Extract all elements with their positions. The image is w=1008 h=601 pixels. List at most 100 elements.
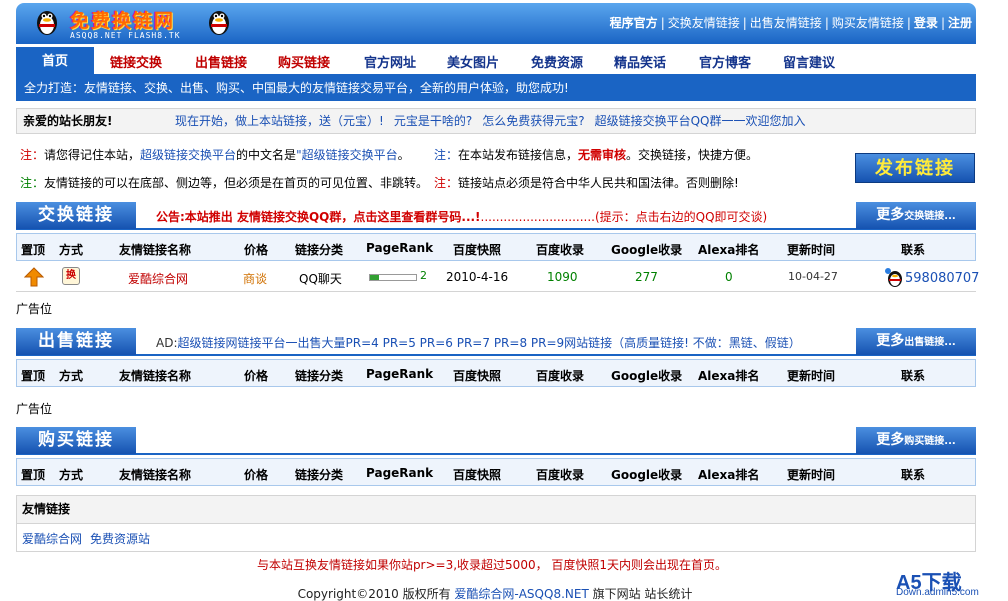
menu-item-sell[interactable]: 出售链接 [195,52,247,71]
col-pagerank: PageRank [366,367,434,381]
sell-section-title: 出售链接 [16,328,136,355]
brand-domains: ASQQ8.NET FLASH8.TK [70,31,181,40]
menu-item-free-resources[interactable]: 免费资源 [531,52,583,71]
menu-item-official-site[interactable]: 官方网址 [364,52,416,71]
col-google-index: Google收录 [611,468,683,482]
greeting-link-qq-group[interactable]: 超级链接交换平台QQ群一一欢迎您加入 [595,114,806,128]
buy-table-header: 置顶 方式 友情链接名称 价格 链接分类 PageRank 百度快照 百度收录 … [16,458,976,486]
topnav-register[interactable]: 注册 [948,16,972,30]
pin-up-arrow-icon [24,267,44,287]
exchange-section-header: 交换链接 公告:本站推出 友情链接交换QQ群，点击这里查看群号码...!....… [16,202,976,230]
topnav-official[interactable]: 程序官方 [610,16,658,30]
exchange-section-title: 交换链接 [16,202,136,229]
col-google-index: Google收录 [611,369,683,383]
friend-links-title: 友情链接 [17,496,975,524]
sell-ad: AD:超级链接网链接平台一出售大量PR=4 PR=5 PR=6 PR=7 PR=… [156,336,801,350]
col-baidu-index: 百度收录 [536,369,585,383]
more-exchange-button[interactable]: 更多交换链接... [856,202,976,229]
notice-2: 注：在本站发布链接信息，无需审核。交换链接，快捷方便。 [434,148,759,162]
topnav-buy[interactable]: 购买友情链接 [832,16,904,30]
notice-3: 注：友情链接的可以在底部、侧边等，但必须是在首页的可见位置、非跳转。 [20,176,429,190]
greeting-bar: 亲爱的站长朋友! 现在开始，做上本站链接，送（元宝）! 元宝是干啥的? 怎么免费获得… [16,108,976,134]
more-sell-button[interactable]: 更多出售链接... [856,328,976,355]
publish-link-button[interactable]: 发布链接 [855,153,975,183]
col-baidu-snapshot: 百度快照 [453,369,502,383]
ad-position: 广告位 [16,302,53,316]
col-baidu-index: 百度收录 [536,243,585,257]
col-pin: 置顶 [21,243,46,257]
col-baidu-index: 百度收录 [536,468,585,482]
menu-item-pictures[interactable]: 美女图片 [447,52,499,71]
exchange-mode-icon: 换 [62,267,80,285]
pagerank-bar [369,274,417,281]
exchange-announcement: 公告:本站推出 友情链接交换QQ群，点击这里查看群号码...!.........… [156,210,768,224]
greeting-link-what-is-yuanbao[interactable]: 元宝是干啥的? [394,114,472,128]
col-name: 友情链接名称 [119,369,192,383]
col-contact: 联系 [901,468,926,482]
qq-chat-icon[interactable] [884,267,904,287]
menu-item-buy[interactable]: 购买链接 [278,52,330,71]
sell-section-header: 出售链接 AD:超级链接网链接平台一出售大量PR=4 PR=5 PR=6 PR=… [16,328,976,356]
more-buy-button[interactable]: 更多购买链接... [856,427,976,454]
col-updated: 更新时间 [787,468,836,482]
topnav-login[interactable]: 登录 [914,16,938,30]
download-watermark: A5下载 Down.admin5.com [896,572,979,598]
row-site-name[interactable]: 爱酷综合网 [128,270,188,287]
announcement-qq-group-link[interactable]: 公告:本站推出 友情链接交换QQ群，点击这里查看群号码...! [156,210,481,224]
col-pin: 置顶 [21,468,46,482]
topnav-exchange[interactable]: 交换友情链接 [668,16,740,30]
col-contact: 联系 [901,369,926,383]
menu-item-home[interactable]: 首页 [16,47,94,77]
footer-site-link[interactable]: 爱酷综合网-ASQQ8.NET [454,587,588,601]
friend-link-item[interactable]: 免费资源站 [90,532,150,546]
notice-4: 注：链接站点必须是符合中华人民共和国法律。否则删除! [434,176,739,190]
row-category: QQ聊天 [299,272,342,286]
ad-position: 广告位 [16,402,53,416]
col-pagerank: PageRank [366,241,434,255]
friend-link-item[interactable]: 爱酷综合网 [22,532,82,546]
row-qq-number[interactable]: 598080707 [905,271,979,286]
footer-notice: 与本站互换友情链接如果你站pr>=3,收录超过5000， 百度快照1天内则会出现… [256,558,728,572]
menu-item-jokes[interactable]: 精品笑话 [614,52,666,71]
row-google-index: 277 [635,270,658,284]
greeting-links: 现在开始，做上本站链接，送（元宝）! 元宝是干啥的? 怎么免费获得元宝? 超级链接交换… [175,109,815,133]
greeting-title: 亲爱的站长朋友! [23,114,113,128]
col-contact: 联系 [901,243,926,257]
friend-links-list: 爱酷综合网 免费资源站 [17,524,975,547]
brand-name: 免费换链网 [70,10,176,32]
col-mode: 方式 [59,468,84,482]
col-google-index: Google收录 [611,243,683,257]
top-nav: 程序官方 | 交换友情链接 | 出售友情链接 | 购买友情链接 | 登录 | 注册 [609,16,972,30]
col-mode: 方式 [59,243,84,257]
qq-penguin-icon [209,11,229,35]
menu-item-exchange[interactable]: 链接交换 [110,52,162,71]
col-mode: 方式 [59,369,84,383]
col-price: 价格 [244,369,269,383]
notice-site-link[interactable]: 超级链接交换平台 [140,148,236,162]
buy-section-title: 购买链接 [16,427,136,454]
qq-penguin-icon [37,11,57,35]
menu-item-feedback[interactable]: 留言建议 [783,52,835,71]
col-category: 链接分类 [295,369,344,383]
topnav-sell[interactable]: 出售友情链接 [750,16,822,30]
col-category: 链接分类 [295,468,344,482]
greeting-link-how-to-earn[interactable]: 怎么免费获得元宝? [482,114,584,128]
col-updated: 更新时间 [787,369,836,383]
row-baidu-snapshot: 2010-4-16 [446,270,509,284]
sell-ad-link[interactable]: 超级链接网链接平台一出售大量PR=4 PR=5 PR=6 PR=7 PR=8 P… [178,336,801,350]
notice-1: 注：请您得记住本站，超级链接交换平台的中文名是"超级链接交换平台。 [20,148,410,162]
col-price: 价格 [244,468,269,482]
col-baidu-snapshot: 百度快照 [453,243,502,257]
col-pin: 置顶 [21,369,46,383]
site-header: 免费换链网 ASQQ8.NET FLASH8.TK 程序官方 | 交换友情链接 | 出售… [16,3,976,44]
col-alexa: Alexa排名 [698,468,760,482]
greeting-link-reward[interactable]: 现在开始，做上本站链接，送（元宝）! [175,114,384,128]
row-price: 商谈 [243,272,268,286]
col-name: 友情链接名称 [119,468,192,482]
site-logo[interactable]: 免费换链网 ASQQ8.NET FLASH8.TK [30,4,230,44]
menu-item-blog[interactable]: 官方博客 [699,52,751,71]
col-name: 友情链接名称 [119,243,192,257]
row-alexa: 0 [725,270,733,284]
col-updated: 更新时间 [787,243,836,257]
sell-table-header: 置顶 方式 友情链接名称 价格 链接分类 PageRank 百度快照 百度收录 … [16,359,976,387]
